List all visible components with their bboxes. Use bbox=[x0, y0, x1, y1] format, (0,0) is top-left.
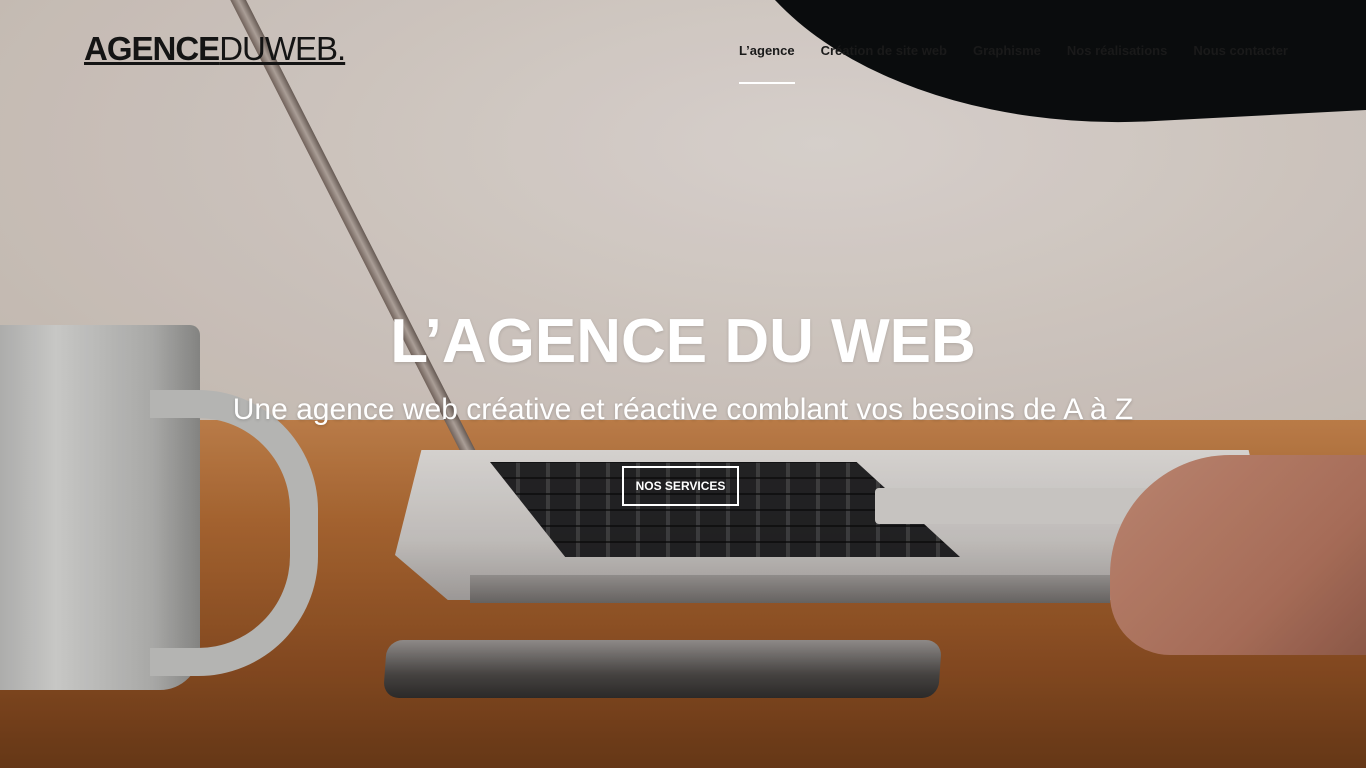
hero-text-block: L’AGENCE DU WEB Une agence web créative … bbox=[0, 308, 1366, 428]
logo-light-text: DUWEB. bbox=[219, 30, 346, 67]
site-logo[interactable]: AGENCEDUWEB. bbox=[84, 30, 346, 68]
logo-bold-text: AGENCE bbox=[84, 30, 220, 67]
services-button[interactable]: NOS SERVICES bbox=[622, 466, 739, 506]
nav-item-realisations[interactable]: Nos réalisations bbox=[1067, 43, 1167, 84]
hero-title: L’AGENCE DU WEB bbox=[390, 307, 976, 376]
nav-item-contact[interactable]: Nous contacter bbox=[1193, 43, 1288, 84]
nav-item-creation-site-web[interactable]: Création de site web bbox=[821, 43, 947, 84]
hero-section: AGENCEDUWEB. L’agence Création de site w… bbox=[0, 0, 1366, 768]
hero-subtitle: Une agence web créative et réactive comb… bbox=[232, 393, 1134, 426]
main-nav: L’agence Création de site web Graphisme … bbox=[738, 43, 1288, 84]
nav-item-agence[interactable]: L’agence bbox=[738, 43, 795, 84]
nav-item-graphisme[interactable]: Graphisme bbox=[973, 43, 1041, 84]
